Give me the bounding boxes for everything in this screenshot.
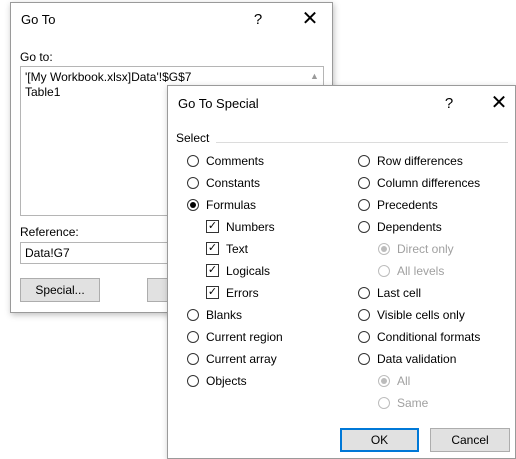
option-label: Precedents bbox=[377, 198, 438, 212]
special-close-icon[interactable]: ✕ bbox=[484, 92, 514, 116]
select-group-label: Select bbox=[176, 131, 210, 145]
option-label: Current array bbox=[206, 352, 277, 366]
reference-label: Reference: bbox=[20, 225, 79, 239]
special-title: Go To Special bbox=[178, 96, 259, 111]
radio-button-checked-icon[interactable] bbox=[378, 375, 390, 387]
option-label: Direct only bbox=[397, 242, 454, 256]
scroll-up-icon[interactable]: ▲ bbox=[308, 70, 321, 83]
radio-button-icon[interactable] bbox=[187, 309, 199, 321]
option-label: Errors bbox=[226, 286, 259, 300]
option-label: Conditional formats bbox=[377, 330, 481, 344]
option-label: Text bbox=[226, 242, 249, 256]
radio-button-icon[interactable] bbox=[378, 397, 390, 409]
radio-button-icon[interactable] bbox=[187, 177, 199, 189]
goto-help-button[interactable]: ? bbox=[243, 8, 273, 32]
checkbox-checked-icon[interactable]: ✓ bbox=[206, 242, 219, 255]
radio-button-icon[interactable] bbox=[358, 287, 370, 299]
option-label: Blanks bbox=[206, 308, 243, 322]
option-label: Constants bbox=[206, 176, 261, 190]
option-label: Column differences bbox=[377, 176, 481, 190]
ok-button[interactable]: OK bbox=[340, 428, 419, 452]
radio-button-icon[interactable] bbox=[358, 155, 370, 167]
radio-button-checked-icon[interactable] bbox=[378, 243, 390, 255]
radio-button-icon[interactable] bbox=[187, 375, 199, 387]
list-item[interactable]: '[My Workbook.xlsx]Data'!$G$7 bbox=[25, 70, 319, 85]
goto-special-dialog: Go To Special ? ✕ Select Comments Consta… bbox=[167, 85, 516, 459]
radio-button-icon[interactable] bbox=[187, 331, 199, 343]
goto-titlebar: Go To ? ✕ bbox=[11, 3, 332, 37]
radio-button-icon[interactable] bbox=[358, 221, 370, 233]
radio-button-icon[interactable] bbox=[358, 199, 370, 211]
option-label: All bbox=[397, 374, 411, 388]
radio-button-icon[interactable] bbox=[358, 353, 370, 365]
radio-button-icon[interactable] bbox=[358, 177, 370, 189]
option-label: Current region bbox=[206, 330, 283, 344]
option-label: Last cell bbox=[377, 286, 422, 300]
option-label: Numbers bbox=[226, 220, 275, 234]
special-button[interactable]: Special... bbox=[20, 278, 100, 302]
checkbox-checked-icon[interactable]: ✓ bbox=[206, 264, 219, 277]
radio-button-icon[interactable] bbox=[378, 265, 390, 277]
cancel-button[interactable]: Cancel bbox=[430, 428, 510, 452]
option-label: Comments bbox=[206, 154, 265, 168]
radio-button-icon[interactable] bbox=[358, 309, 370, 321]
radio-button-icon[interactable] bbox=[358, 331, 370, 343]
goto-title: Go To bbox=[21, 12, 56, 27]
radio-button-checked-icon[interactable] bbox=[187, 199, 199, 211]
option-label: Formulas bbox=[206, 198, 257, 212]
option-label: All levels bbox=[397, 264, 445, 278]
option-label: Logicals bbox=[226, 264, 271, 278]
checkbox-checked-icon[interactable]: ✓ bbox=[206, 286, 219, 299]
special-titlebar: Go To Special ? ✕ bbox=[168, 86, 515, 120]
goto-close-icon[interactable]: ✕ bbox=[295, 8, 325, 32]
option-label: Dependents bbox=[377, 220, 442, 234]
group-divider bbox=[216, 142, 508, 143]
radio-button-icon[interactable] bbox=[187, 353, 199, 365]
checkbox-checked-icon[interactable]: ✓ bbox=[206, 220, 219, 233]
option-label: Visible cells only bbox=[377, 308, 465, 322]
option-label: Row differences bbox=[377, 154, 463, 168]
radio-button-icon[interactable] bbox=[187, 155, 199, 167]
option-label: Same bbox=[397, 396, 429, 410]
option-label: Objects bbox=[206, 374, 247, 388]
option-label: Data validation bbox=[377, 352, 457, 366]
goto-label: Go to: bbox=[20, 50, 53, 64]
special-help-button[interactable]: ? bbox=[434, 92, 464, 116]
